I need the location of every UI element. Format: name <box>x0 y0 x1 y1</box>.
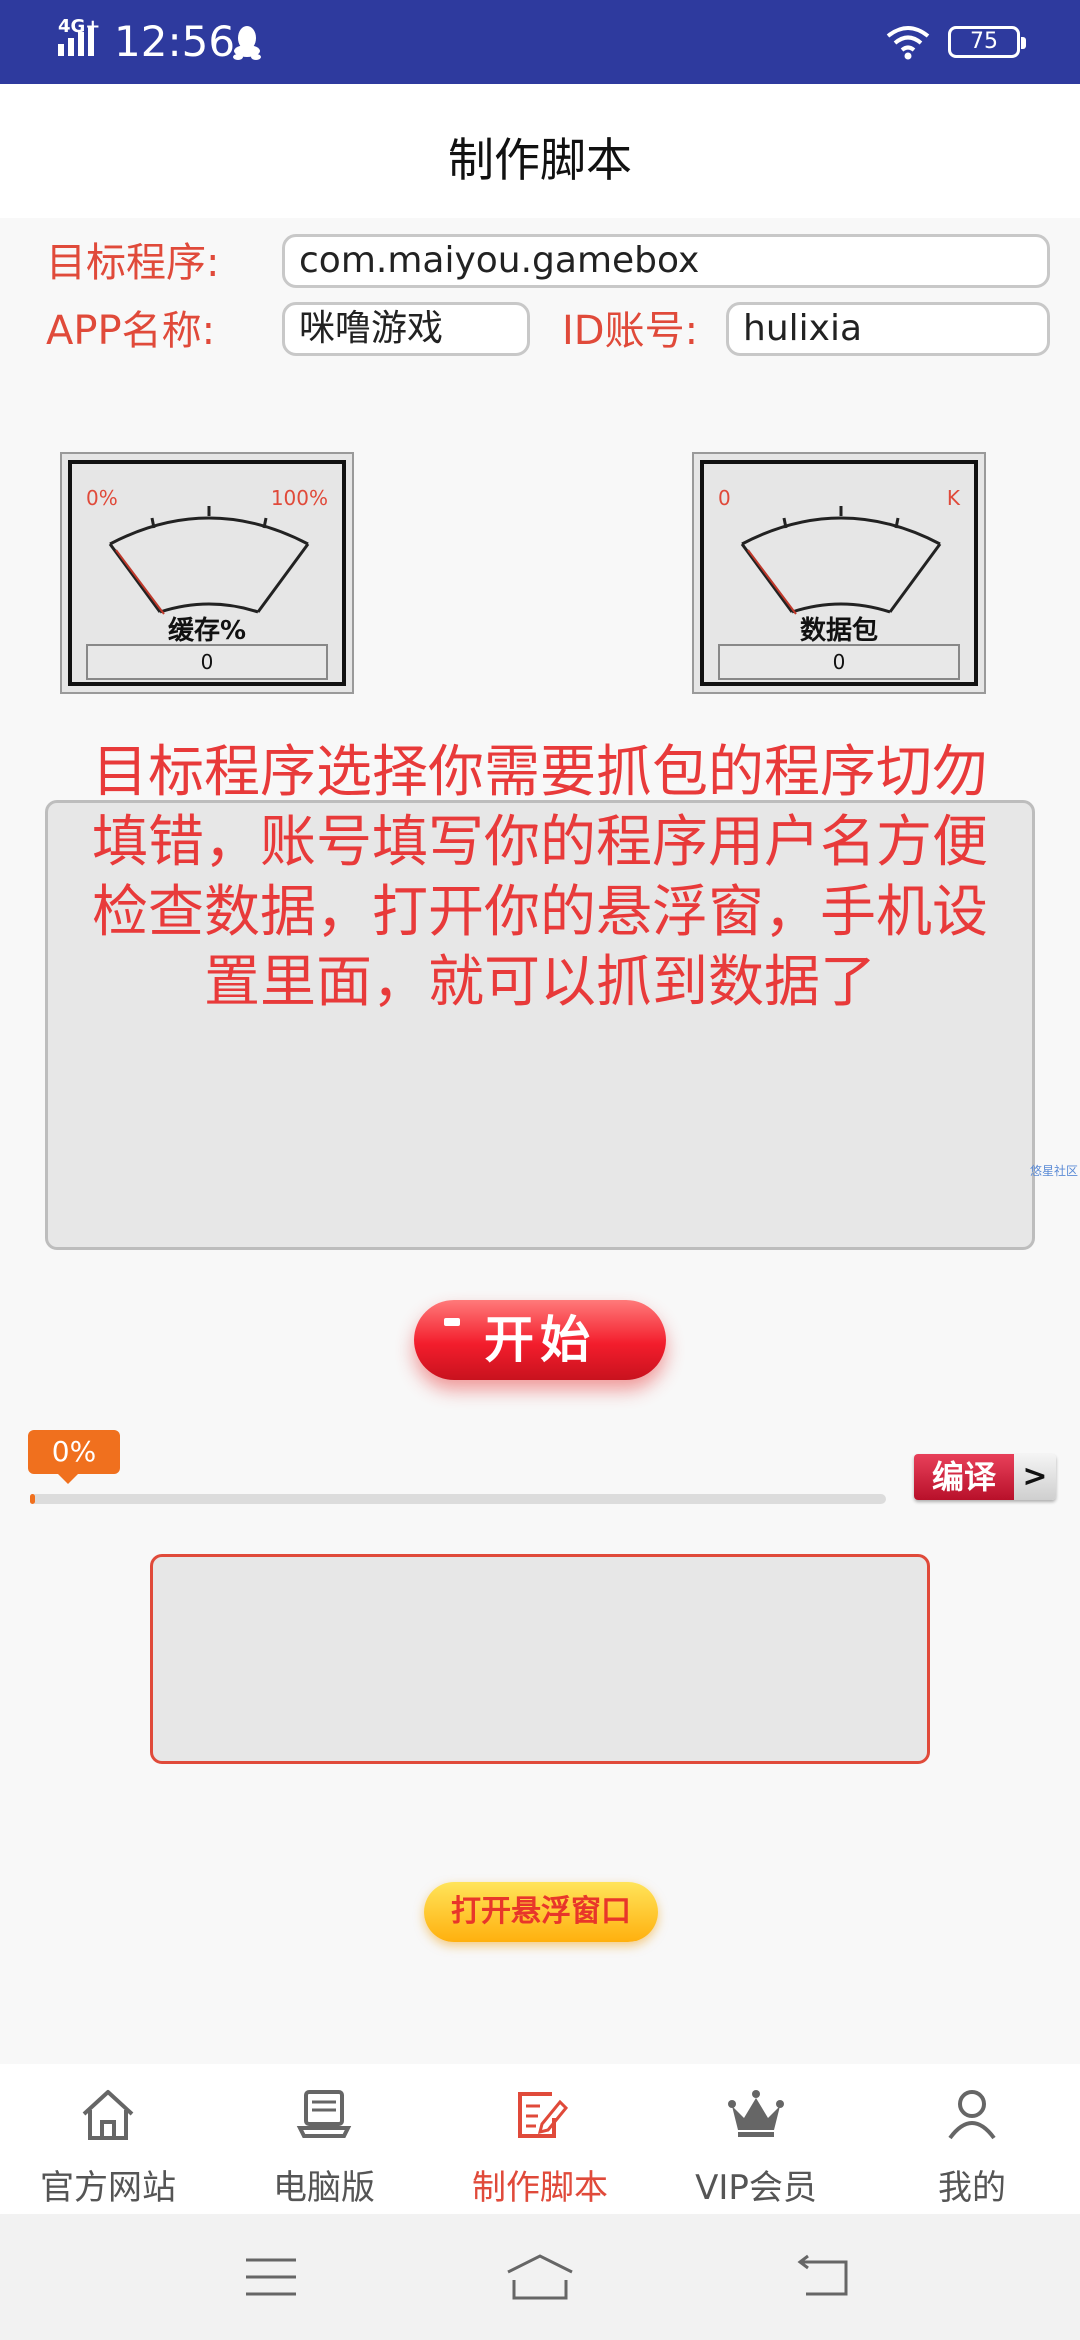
nav-label: 电脑版 <box>273 2168 375 2208</box>
start-button[interactable]: 开始 <box>414 1300 666 1380</box>
open-floating-window-button[interactable]: 打开悬浮窗口 <box>424 1882 658 1942</box>
gauge-title: 缓存% <box>167 616 247 646</box>
app-header: 制作脚本 <box>0 84 1080 218</box>
signal-icon: 4G+ <box>58 18 106 60</box>
home-system-icon[interactable] <box>504 2254 576 2300</box>
instruction-line: 置里面，就可以抓到数据了 <box>204 950 876 1015</box>
target-program-label: 目标程序: <box>46 240 220 286</box>
gauge-title: 数据包 <box>799 616 878 646</box>
nav-desktop[interactable]: 电脑版 <box>216 2064 432 2214</box>
nav-label: 制作脚本 <box>472 2168 608 2208</box>
bottom-navigation: 官方网站 电脑版 制作脚本 VIP会员 我的 <box>0 2064 1080 2214</box>
home-icon <box>82 2090 134 2140</box>
instruction-text: 目标程序选择你需要抓包的程序切勿 填错，账号填写你的程序用户名方便 检查数据，打… <box>40 738 1040 1018</box>
packet-gauge: 0 K 数据包 0 <box>692 452 986 694</box>
wifi-icon <box>886 26 930 60</box>
system-navigation-bar <box>0 2214 1080 2340</box>
compile-output-area[interactable] <box>150 1554 930 1764</box>
gauge-min-label: 0 <box>718 486 731 510</box>
nav-make-script[interactable]: 制作脚本 <box>432 2064 648 2214</box>
nav-label: VIP会员 <box>695 2168 817 2208</box>
qq-notification-icon <box>233 26 261 60</box>
user-icon <box>948 2090 996 2140</box>
start-notch-icon <box>444 1318 460 1326</box>
status-bar: 4G+ 12:56 75 <box>0 0 1080 84</box>
side-watermark-link[interactable]: 悠星社区 <box>1030 1162 1078 1179</box>
instruction-line: 目标程序选择你需要抓包的程序切勿 <box>92 740 988 805</box>
gauge-max-label: 100% <box>270 486 328 510</box>
gauge-value: 0 <box>718 644 960 680</box>
edit-script-icon <box>518 2092 569 2138</box>
nav-official-site[interactable]: 官方网站 <box>0 2064 216 2214</box>
nav-label: 官方网站 <box>40 2168 176 2208</box>
id-account-input[interactable]: hulixia <box>726 302 1050 356</box>
chevron-right-icon: > <box>1014 1454 1056 1500</box>
app-name-input[interactable]: 咪噜游戏 <box>282 302 530 356</box>
battery-icon: 75 <box>948 26 1026 58</box>
instruction-line: 填错，账号填写你的程序用户名方便 <box>92 810 988 875</box>
cache-gauge: 0% 100% 缓存% 0 <box>60 452 354 694</box>
compile-button-label: 编译 <box>914 1454 1014 1500</box>
progress-fill <box>30 1494 36 1504</box>
back-icon[interactable] <box>796 2254 850 2300</box>
page-title: 制作脚本 <box>448 133 632 187</box>
nav-vip[interactable]: VIP会员 <box>648 2064 864 2214</box>
laptop-icon <box>296 2090 352 2138</box>
gauge-max-label: K <box>946 486 960 510</box>
id-account-label: ID账号: <box>562 308 699 354</box>
instruction-line: 检查数据，打开你的悬浮窗，手机设 <box>92 880 988 945</box>
app-name-label: APP名称: <box>46 308 216 354</box>
progress-bar <box>30 1494 886 1504</box>
target-program-input[interactable]: com.maiyou.gamebox <box>282 234 1050 288</box>
menu-icon[interactable] <box>244 2254 298 2300</box>
progress-percent-badge: 0% <box>28 1430 120 1484</box>
crown-icon <box>728 2090 784 2137</box>
gauge-value: 0 <box>86 644 328 680</box>
nav-label: 我的 <box>938 2168 1006 2208</box>
clock: 12:56 <box>114 17 236 66</box>
compile-button[interactable]: 编译 > <box>914 1454 1056 1500</box>
start-button-label: 开始 <box>484 1311 596 1369</box>
nav-mine[interactable]: 我的 <box>864 2064 1080 2214</box>
gauge-min-label: 0% <box>86 486 118 510</box>
